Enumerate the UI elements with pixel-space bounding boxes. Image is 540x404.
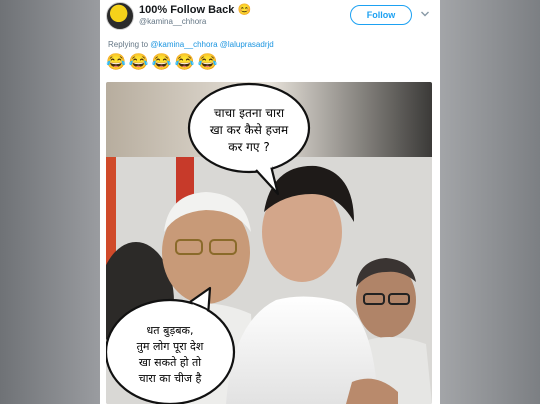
mention-link-2[interactable]: @laluprasadrjd <box>220 40 274 49</box>
display-name-text: 100% Follow Back <box>139 4 235 16</box>
background-right <box>440 0 540 404</box>
top-bubble-line-1: चाचा इतना चारा <box>214 106 285 120</box>
tweet-image[interactable]: चाचा इतना चारा खा कर कैसे हजम कर गए ? धत… <box>106 82 432 404</box>
tweet-text: 😂😂😂😂😂 <box>106 54 221 71</box>
user-handle[interactable]: @kamina__chhora <box>139 17 206 26</box>
display-name[interactable]: 100% Follow Back 😊 <box>139 3 251 16</box>
smile-emoji-icon: 😊 <box>237 4 252 16</box>
tweet-card: 100% Follow Back 😊 @kamina__chhora Follo… <box>100 0 440 404</box>
bottom-bubble-line-4: चारा का चीज है <box>139 372 202 385</box>
follow-button[interactable]: Follow <box>350 5 412 25</box>
replying-prefix: Replying to <box>108 40 149 49</box>
top-bubble-line-2: खा कर कैसे हजम <box>210 123 289 137</box>
bottom-bubble-line-3: खा सकते हो तो <box>139 356 201 369</box>
top-bubble-line-3: कर गए ? <box>228 140 270 154</box>
bottom-bubble-line-1: धत बुड़बक, <box>147 324 194 337</box>
bottom-bubble-line-2: तुम लोग पूरा देश <box>137 340 204 354</box>
background-left <box>0 0 100 404</box>
mention-link-1[interactable]: @kamina__chhora <box>150 40 217 49</box>
avatar[interactable] <box>106 2 134 30</box>
meme-image: चाचा इतना चारा खा कर कैसे हजम कर गए ? धत… <box>106 82 432 404</box>
chevron-down-icon[interactable] <box>420 9 430 19</box>
replying-to: Replying to @kamina__chhora @laluprasadr… <box>108 40 274 49</box>
